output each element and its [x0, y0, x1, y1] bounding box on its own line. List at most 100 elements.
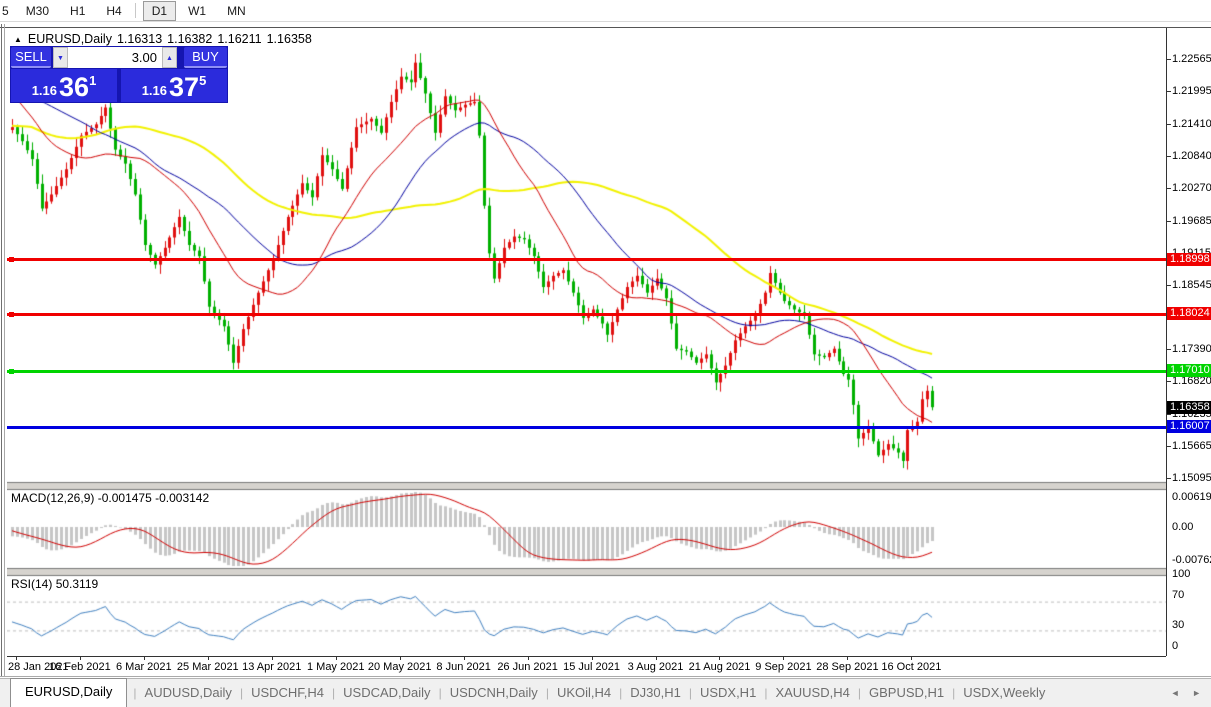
date-axis-tick: [207, 657, 209, 660]
price-badge-1.18024: 1.18024: [1167, 307, 1211, 321]
date-axis-tick: [911, 657, 913, 660]
price-axis-label: 1.22565: [1172, 53, 1211, 65]
chart-tab-xauusd-h4[interactable]: XAUUSD,H4: [773, 680, 851, 707]
sell-button[interactable]: SELL: [11, 47, 51, 68]
timeframe-button-d1[interactable]: D1: [142, 0, 177, 21]
tab-separator: |: [952, 686, 956, 700]
tab-separator: |: [688, 686, 692, 700]
chart-tab-usdcnh-daily[interactable]: USDCNH,Daily: [448, 680, 540, 707]
macd-indicator-label: MACD(12,26,9) -0.001475 -0.003142: [11, 491, 209, 505]
date-axis-tick: [655, 657, 657, 660]
price-axis-tick: [1167, 478, 1171, 480]
date-axis-label: 13 Apr 2021: [242, 661, 302, 673]
buy-price-pane[interactable]: 1.16 37 5: [121, 69, 227, 102]
tab-scroll-right-icon[interactable]: ►: [1192, 688, 1201, 698]
ohlc-high: 1.16382: [167, 32, 213, 46]
tab-scroll-arrows: ◄ ►: [1161, 688, 1201, 698]
price-axis-label: 1.15095: [1172, 472, 1211, 485]
chart-tab-usdchf-h4[interactable]: USDCHF,H4: [249, 680, 326, 707]
horizontal-level-line-1.17010[interactable]: [7, 368, 1166, 374]
amount-input[interactable]: [68, 47, 162, 68]
date-axis-tick: [271, 657, 273, 660]
price-axis-label: 1.19685: [1172, 214, 1211, 227]
date-axis-tick: [591, 657, 593, 660]
tab-separator: |: [764, 686, 768, 700]
buy-price-big: 37: [169, 72, 200, 102]
tab-separator: |: [545, 686, 549, 700]
date-axis-tick: [399, 657, 401, 660]
chart-tab-dj30-h1[interactable]: DJ30,H1: [628, 680, 683, 707]
price-badge-1.16007: 1.16007: [1167, 420, 1211, 434]
macd-axis-label: 0.006193: [1172, 491, 1211, 503]
toolbar-separator: [134, 3, 136, 18]
rsi-axis-label: 0: [1172, 640, 1179, 652]
macd-axis-label: -0.007621: [1172, 554, 1211, 566]
price-axis-label: 1.20270: [1172, 181, 1211, 194]
date-axis-tick: [847, 657, 849, 660]
date-axis-label: 8 Jun 2021: [436, 661, 491, 673]
level-line-anchor[interactable]: [9, 368, 14, 374]
date-axis-label: 15 Jul 2021: [563, 661, 620, 673]
timeframe-button-5[interactable]: 5: [0, 1, 14, 21]
chart-tab-audusd-daily[interactable]: AUDUSD,Daily: [143, 680, 234, 707]
horizontal-level-line-1.18998[interactable]: [7, 257, 1166, 263]
timeframe-button-h1[interactable]: H1: [61, 1, 94, 21]
date-axis-label: 26 Jun 2021: [497, 661, 558, 673]
price-chart-canvas[interactable]: [7, 28, 1166, 656]
level-line-anchor[interactable]: [9, 311, 14, 317]
window-left-border-inner: [4, 24, 5, 676]
date-axis-tick: [335, 657, 337, 660]
horizontal-level-line-1.18024[interactable]: [7, 311, 1166, 317]
price-axis-tick: [1167, 187, 1171, 189]
collapse-ohlc-icon[interactable]: ▲: [14, 35, 22, 44]
timeframe-button-w1[interactable]: W1: [179, 1, 215, 21]
level-line-anchor[interactable]: [9, 257, 14, 263]
macd-values: -0.001475 -0.003142: [97, 491, 210, 505]
sell-price-sup: 1: [89, 73, 97, 88]
chart-tab-eurusd-daily[interactable]: EURUSD,Daily: [10, 678, 128, 707]
price-axis-tick: [1167, 59, 1171, 60]
timeframe-button-h4[interactable]: H4: [97, 1, 130, 21]
last-price-badge: 1.16358: [1167, 400, 1211, 414]
chart-tab-usdx-weekly[interactable]: USDX,Weekly: [961, 680, 1047, 707]
date-axis-label: 28 Sep 2021: [816, 661, 879, 673]
price-axis-label: 1.20840: [1172, 149, 1211, 162]
chart-tab-usdcad-daily[interactable]: USDCAD,Daily: [341, 680, 432, 707]
date-axis-tick: [143, 657, 145, 660]
price-badge-1.18998: 1.18998: [1167, 252, 1211, 266]
horizontal-level-line-1.16007[interactable]: [7, 425, 1166, 429]
date-axis-tick: [79, 657, 81, 660]
price-axis-tick: [1167, 123, 1171, 125]
date-axis-label: 3 Aug 2021: [627, 661, 684, 673]
rsi-value: 50.3119: [55, 577, 99, 591]
timeframe-button-mn[interactable]: MN: [218, 1, 255, 21]
date-axis-label: 16 Oct 2021: [881, 661, 942, 673]
tab-separator: |: [133, 686, 137, 700]
rsi-axis-label: 30: [1172, 619, 1185, 631]
chart-tab-ukoil-h4[interactable]: UKOil,H4: [555, 680, 613, 707]
sell-price-big: 36: [59, 72, 90, 102]
price-axis-tick: [1167, 220, 1171, 222]
buy-price-small: 1.16: [141, 83, 168, 98]
date-axis-label: 6 Mar 2021: [116, 661, 172, 673]
amount-decrease-button[interactable]: ▼: [53, 47, 68, 68]
buy-button[interactable]: BUY: [184, 47, 227, 68]
timeframe-toolbar: 5 M30 H1 H4 D1 W1 MN: [0, 0, 1211, 22]
tab-scroll-left-icon[interactable]: ◄: [1171, 688, 1180, 698]
date-axis-label: 9 Sep 2021: [755, 661, 812, 673]
date-axis-tick: [463, 657, 465, 660]
price-axis-label: 1.15665: [1172, 440, 1211, 453]
date-axis-tick: [719, 657, 721, 660]
rsi-axis-label: 70: [1172, 589, 1185, 601]
ohlc-low: 1.16211: [217, 32, 262, 46]
amount-increase-button[interactable]: ▲: [162, 47, 177, 68]
sell-price-pane[interactable]: 1.16 36 1: [11, 69, 117, 102]
timeframe-button-m30[interactable]: M30: [17, 1, 58, 21]
chart-tab-gbpusd-h1[interactable]: GBPUSD,H1: [867, 680, 946, 707]
rsi-indicator-label: RSI(14) 50.3119: [11, 577, 98, 591]
price-axis-tick: [1167, 381, 1171, 383]
price-axis-label: 1.18545: [1172, 278, 1211, 291]
price-axis: 1.22565 1.21995 1.21410 1.20840 1.20270 1.196…: [1166, 28, 1211, 656]
chart-tab-usdx-h1[interactable]: USDX,H1: [698, 680, 758, 707]
price-badge-1.17010: 1.17010: [1167, 364, 1211, 378]
